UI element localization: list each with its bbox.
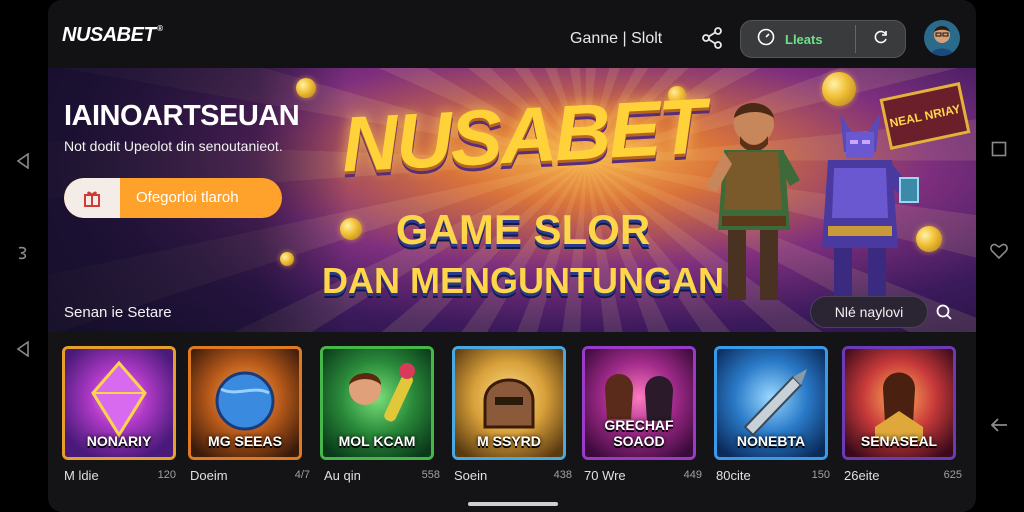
- game-provider: Au qin: [324, 468, 361, 483]
- game-title: GRECHAF SOAOD: [604, 417, 674, 449]
- game-title: NONEBTA: [736, 433, 806, 449]
- game-tile[interactable]: MOL KCAM: [320, 346, 434, 460]
- refresh-button[interactable]: [856, 21, 906, 57]
- game-count: 4/7: [294, 469, 310, 481]
- game-count: 449: [683, 469, 702, 481]
- warrior-character-image: [698, 90, 808, 310]
- refresh-icon: [872, 28, 890, 51]
- game-tile[interactable]: NONARIY: [62, 346, 176, 460]
- back-icon[interactable]: [12, 338, 34, 360]
- coin-icon: [280, 252, 294, 266]
- game-provider: 26eite: [844, 468, 880, 483]
- game-count: 150: [811, 469, 830, 481]
- game-title: MG SEEAS: [208, 433, 282, 449]
- game-provider: Soein: [454, 468, 488, 483]
- game-tile[interactable]: NONEBTA: [714, 346, 828, 460]
- results-button[interactable]: Lleats: [741, 21, 855, 57]
- game-tile[interactable]: SENASEAL: [842, 346, 956, 460]
- game-provider: Doeim: [190, 468, 228, 483]
- cta-label: Ofegorloi tlaroh: [136, 189, 239, 206]
- heart-icon[interactable]: [988, 240, 1010, 262]
- hero-banner[interactable]: IAINOARTSEUAN Not dodit Upeolot din seno…: [48, 68, 976, 332]
- hero-logo-text: NUSABET: [339, 81, 707, 189]
- device-screen: NUSABET ® Ganne | Slolt Lleats IAINOARTS…: [0, 0, 1024, 512]
- brand-logo[interactable]: NUSABET ®: [62, 24, 163, 47]
- home-icon[interactable]: [12, 242, 34, 264]
- game-title: MOL KCAM: [338, 433, 416, 449]
- user-avatar[interactable]: [924, 20, 960, 56]
- see-all-button[interactable]: Nlé naylovi: [810, 296, 928, 328]
- home-indicator[interactable]: [468, 502, 558, 506]
- gauge-icon: [757, 28, 775, 51]
- game-count: 625: [943, 469, 962, 481]
- hero-title: IAINOARTSEUAN: [64, 100, 300, 132]
- nav-games-slots-link[interactable]: Ganne | Slolt: [570, 30, 662, 48]
- system-nav-right: [976, 0, 1024, 512]
- account-pill: Lleats: [740, 20, 906, 58]
- back-triangle-icon[interactable]: [12, 150, 34, 172]
- game-title: M SSYRD: [477, 433, 541, 449]
- hero-headline-2: DAN MENGUNTUNGAN: [322, 260, 724, 301]
- share-icon[interactable]: [700, 26, 724, 50]
- game-provider: 80cite: [716, 468, 751, 483]
- arrow-left-icon[interactable]: [988, 414, 1010, 436]
- game-title: SENASEAL: [860, 433, 938, 449]
- results-label: Lleats: [785, 31, 823, 47]
- game-count: 558: [421, 469, 440, 481]
- coin-icon: [822, 72, 856, 106]
- system-nav-left: [0, 0, 48, 512]
- search-icon[interactable]: [930, 298, 958, 326]
- games-row: NONARIY M ldie 120 MG SEEAS Doeim 4/7 MO…: [48, 332, 976, 512]
- game-title: NONARIY: [86, 433, 152, 449]
- game-count: 120: [157, 469, 176, 481]
- hero-subtitle: Not dodit Upeolot din senoutanieot.: [64, 138, 283, 154]
- hero-headline-1: GAME SLOR: [395, 206, 651, 253]
- game-provider: M ldie: [64, 468, 99, 483]
- game-tile[interactable]: M SSYRD: [452, 346, 566, 460]
- game-tile[interactable]: MG SEEAS: [188, 346, 302, 460]
- register-cta-button[interactable]: Ofegorloi tlaroh: [64, 178, 282, 218]
- game-count: 438: [553, 469, 572, 481]
- game-tile[interactable]: GRECHAF SOAOD: [582, 346, 696, 460]
- section-label: Senan ie Setare: [64, 304, 172, 321]
- game-provider: 70 Wre: [584, 468, 626, 483]
- recents-square-icon[interactable]: [988, 138, 1010, 160]
- coin-icon: [296, 78, 316, 98]
- gift-icon: [64, 178, 120, 218]
- app-window: NUSABET ® Ganne | Slolt Lleats IAINOARTS…: [48, 0, 976, 512]
- top-bar: NUSABET ® Ganne | Slolt Lleats: [48, 0, 976, 68]
